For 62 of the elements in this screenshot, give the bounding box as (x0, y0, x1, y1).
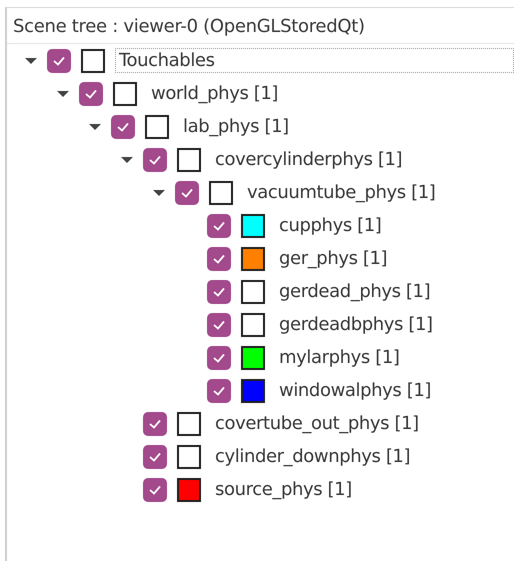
checkmark-icon (212, 254, 226, 264)
checkmark-icon (180, 188, 194, 198)
color-swatch[interactable] (241, 378, 265, 402)
collapse-arrow-icon[interactable] (24, 56, 38, 64)
tree-item-label[interactable]: mylarphys [1] (275, 345, 404, 370)
color-swatch[interactable] (145, 114, 169, 138)
checkmark-icon (148, 418, 162, 428)
tree-item-label[interactable]: ger_phys [1] (275, 246, 392, 271)
tree-item-label[interactable]: cupphys [1] (275, 213, 386, 238)
checkmark-icon (148, 484, 162, 494)
checkmark-icon (212, 386, 226, 396)
color-swatch[interactable] (241, 312, 265, 336)
collapse-arrow-icon[interactable] (152, 188, 166, 196)
checkmark-icon (148, 154, 162, 164)
tree-item-label[interactable]: world_phys [1] (147, 81, 282, 106)
checkmark-icon (84, 88, 98, 98)
checkbox[interactable] (175, 180, 199, 204)
tree-item-label[interactable]: covertube_out_phys [1] (211, 411, 423, 436)
checkbox[interactable] (143, 412, 167, 436)
checkmark-icon (116, 122, 130, 132)
tree-item-label[interactable]: windowalphys [1] (275, 378, 436, 403)
collapse-arrow-icon[interactable] (88, 122, 102, 130)
tree-item-label[interactable]: gerdead_phys [1] (275, 279, 434, 304)
color-swatch[interactable] (177, 444, 201, 468)
color-swatch[interactable] (241, 246, 265, 270)
panel-title: Scene tree : viewer-0 (OpenGLStoredQt) (7, 8, 514, 44)
checkmark-icon (52, 56, 66, 66)
collapse-arrow-icon[interactable] (120, 156, 134, 164)
tree-item-label[interactable]: Touchables (115, 48, 514, 73)
tree-item-label[interactable]: vacuumtube_phys [1] (243, 180, 440, 205)
color-swatch[interactable] (177, 478, 201, 502)
color-swatch[interactable] (241, 280, 265, 304)
checkmark-icon (212, 320, 226, 330)
checkbox[interactable] (207, 246, 231, 270)
checkbox[interactable] (207, 346, 231, 370)
color-swatch[interactable] (177, 148, 201, 172)
color-swatch[interactable] (209, 180, 233, 204)
color-swatch[interactable] (241, 346, 265, 370)
collapse-arrow-icon[interactable] (56, 90, 70, 98)
checkmark-icon (212, 286, 226, 296)
color-swatch[interactable] (177, 412, 201, 436)
color-swatch[interactable] (241, 214, 265, 238)
tree-item-label[interactable]: gerdeadbphys [1] (275, 312, 437, 337)
tree-item-label[interactable]: cylinder_downphys [1] (211, 444, 414, 469)
checkmark-icon (212, 220, 226, 230)
color-swatch[interactable] (113, 82, 137, 106)
tree-item-label[interactable]: covercylinderphys [1] (211, 147, 406, 172)
checkbox[interactable] (111, 114, 135, 138)
checkbox[interactable] (143, 148, 167, 172)
checkmark-icon (148, 452, 162, 462)
tree-item-label[interactable]: source_phys [1] (211, 477, 356, 502)
checkbox[interactable] (143, 478, 167, 502)
checkbox[interactable] (207, 378, 231, 402)
checkmark-icon (212, 352, 226, 362)
checkbox[interactable] (143, 444, 167, 468)
checkbox[interactable] (79, 82, 103, 106)
color-swatch[interactable] (81, 48, 105, 72)
tree-item-label[interactable]: lab_phys [1] (179, 114, 293, 139)
checkbox[interactable] (207, 214, 231, 238)
checkbox[interactable] (47, 48, 71, 72)
checkbox[interactable] (207, 312, 231, 336)
checkbox[interactable] (207, 280, 231, 304)
